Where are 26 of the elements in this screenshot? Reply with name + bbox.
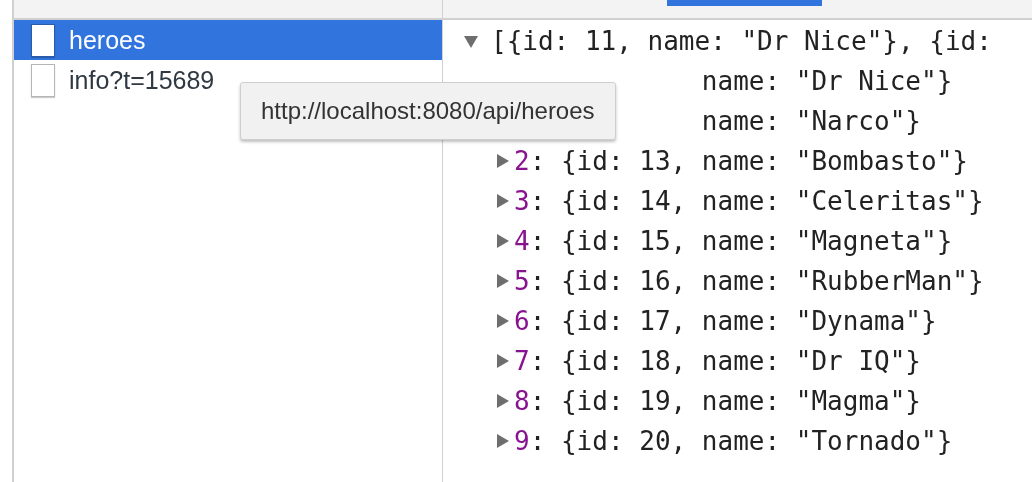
array-entry: 8: {id: 19, name: "Magma"} [514, 386, 921, 416]
array-entry: name: "Narco"} [701, 106, 921, 136]
collapse-arrow-icon[interactable] [496, 393, 510, 409]
array-entry: name: "Dr Nice"} [701, 66, 953, 96]
request-row[interactable]: heroes [14, 20, 442, 60]
collapse-arrow-icon[interactable] [496, 193, 510, 209]
array-entry: 7: {id: 18, name: "Dr IQ"} [514, 346, 921, 376]
array-entry: 2: {id: 13, name: "Bombasto"} [514, 146, 968, 176]
array-entry: 6: {id: 17, name: "Dynama"} [514, 306, 937, 336]
request-name: heroes [69, 25, 146, 55]
collapse-arrow-icon[interactable] [496, 433, 510, 449]
collapse-arrow-icon[interactable] [496, 353, 510, 369]
collapse-arrow-icon[interactable] [496, 273, 510, 289]
collapse-arrow-icon[interactable] [496, 313, 510, 329]
collapse-arrow-icon[interactable] [496, 153, 510, 169]
document-icon [31, 23, 55, 57]
array-entry: 5: {id: 16, name: "RubberMan"} [514, 266, 984, 296]
document-icon [31, 63, 55, 97]
collapse-arrow-icon[interactable] [496, 233, 510, 249]
expand-arrow-icon[interactable] [464, 33, 478, 49]
array-entry: 9: {id: 20, name: "Tornado"} [514, 426, 953, 456]
url-tooltip: http://localhost:8080/api/heroes [240, 82, 616, 140]
request-name: info?t=15689 [69, 65, 215, 95]
array-entry: 4: {id: 15, name: "Magneta"} [514, 226, 953, 256]
array-entry: 3: {id: 14, name: "Celeritas"} [514, 186, 984, 216]
array-summary: [{id: 11, name: "Dr Nice"}, {id: [491, 26, 992, 56]
